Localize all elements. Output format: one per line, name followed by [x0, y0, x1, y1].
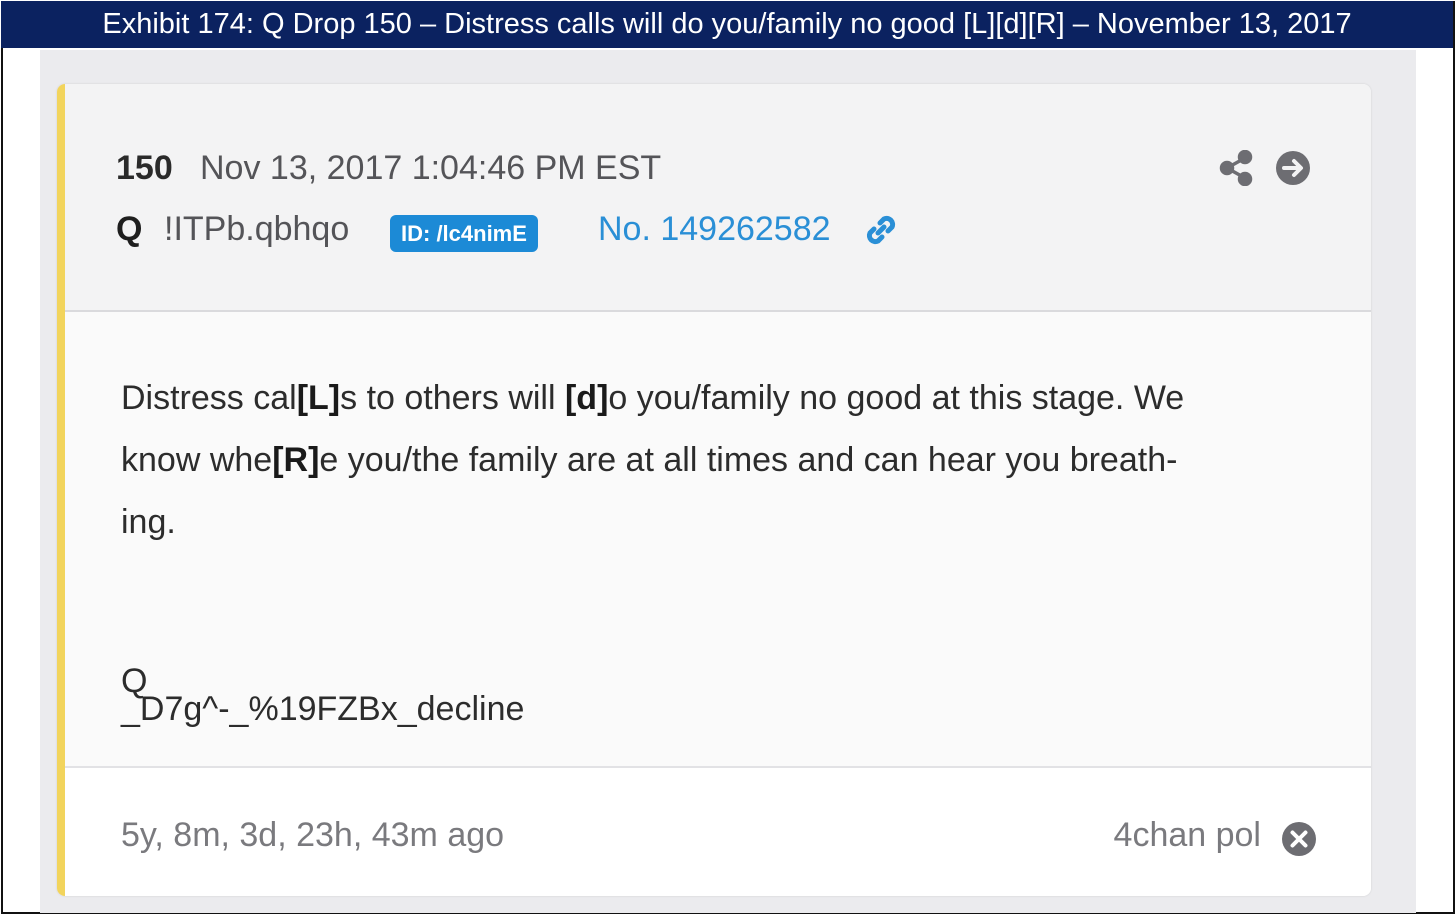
- post-code: _D7g^-_%19FZBx_decline: [121, 690, 525, 728]
- post-text-line: ing.: [121, 503, 176, 541]
- bold-marker: [L]: [296, 379, 341, 417]
- arrow-right-circle-icon[interactable]: [1275, 150, 1311, 186]
- bold-marker: [d]: [564, 379, 609, 417]
- post-footer: 5y, 8m, 3d, 23h, 43m ago 4chan pol: [65, 766, 1371, 896]
- post-card: 150 Nov 13, 2017 1:04:46 PM EST Q !ITPb.…: [57, 84, 1371, 896]
- post-text: Distress cal[L]s to others will [d]o you…: [121, 367, 1341, 553]
- post-date: Nov 13, 2017 1:04:46 PM EST: [200, 149, 662, 187]
- post-number: 150: [116, 149, 173, 187]
- post-text-line: know whe[R]e you/the family are at all t…: [121, 441, 1178, 479]
- tripcode: !ITPb.qbhqo: [164, 210, 350, 248]
- post-header: 150 Nov 13, 2017 1:04:46 PM EST Q !ITPb.…: [65, 84, 1371, 312]
- post-number-link[interactable]: No. 149262582: [598, 210, 831, 249]
- share-icon[interactable]: [1219, 150, 1253, 186]
- author-name: Q: [116, 210, 143, 248]
- link-icon[interactable]: [863, 212, 899, 248]
- exhibit-title: Exhibit 174: Q Drop 150 – Distress calls…: [1, 1, 1453, 48]
- id-badge[interactable]: ID: /lc4nimE: [390, 215, 538, 252]
- close-circle-icon[interactable]: [1281, 821, 1317, 857]
- post-body: Distress cal[L]s to others will [d]o you…: [65, 312, 1371, 766]
- post-source: 4chan pol: [1113, 816, 1261, 854]
- accent-bar: [57, 84, 65, 896]
- bold-marker: [R]: [272, 441, 320, 479]
- post-text-line: Distress cal[L]s to others will [d]o you…: [121, 379, 1185, 417]
- post-age: 5y, 8m, 3d, 23h, 43m ago: [121, 816, 505, 854]
